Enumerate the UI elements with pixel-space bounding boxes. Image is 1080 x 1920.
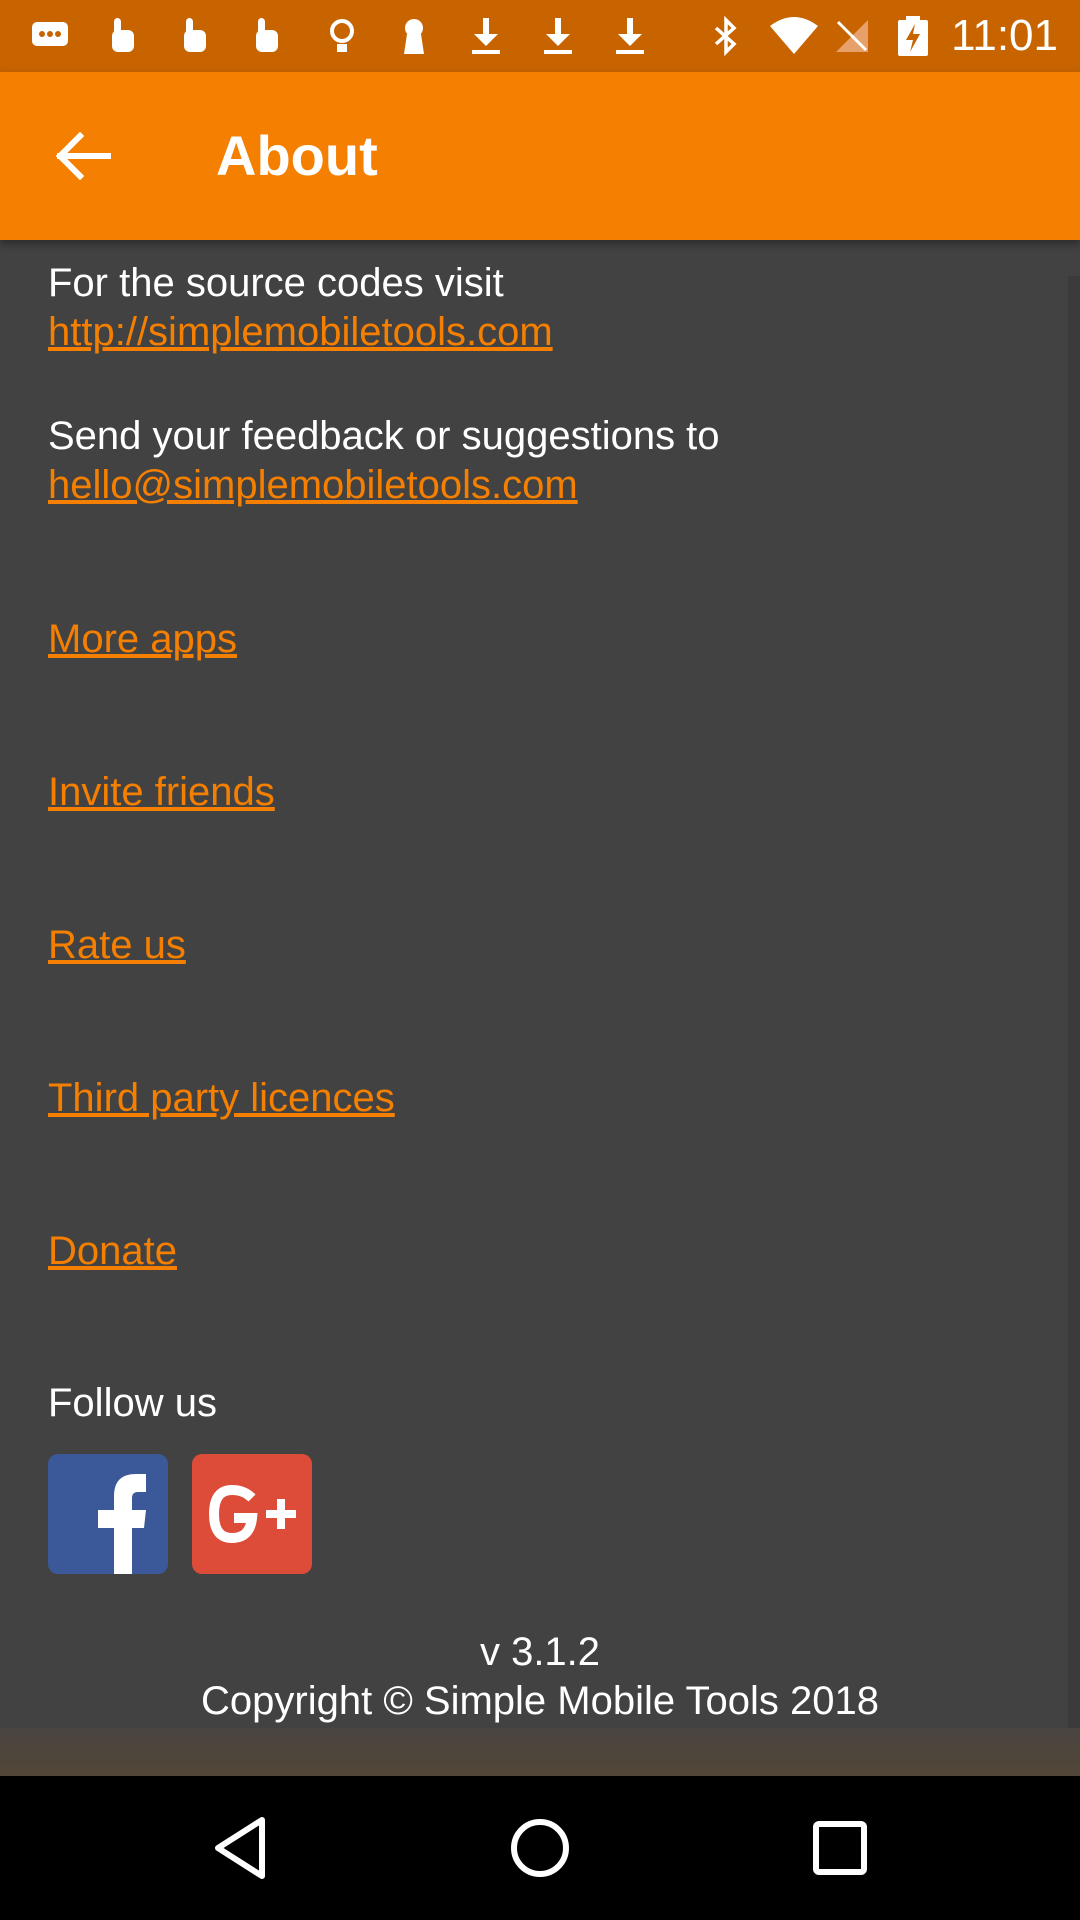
status-bar: 11:01 xyxy=(0,0,1080,72)
source-link[interactable]: http://simplemobiletools.com xyxy=(48,307,553,357)
page-title: About xyxy=(216,124,378,187)
facebook-icon[interactable] xyxy=(48,1454,168,1574)
battery-charging-icon xyxy=(898,16,928,56)
donate-link[interactable]: Donate xyxy=(48,1226,177,1276)
invite-friends-link[interactable]: Invite friends xyxy=(48,767,275,817)
message-icon xyxy=(32,22,68,46)
bluetooth-icon xyxy=(714,16,737,56)
app-bar: About xyxy=(0,72,1080,240)
lightbulb-icon xyxy=(330,19,354,52)
source-text: For the source codes visit xyxy=(48,261,504,305)
version-text: v 3.1.2 xyxy=(479,1630,601,1674)
nav-recents-icon[interactable] xyxy=(800,1808,880,1888)
navigation-bar xyxy=(0,1776,1080,1920)
third-party-licences-link[interactable]: Third party licences xyxy=(48,1073,395,1123)
download-icon xyxy=(544,18,572,54)
rate-us-link[interactable]: Rate us xyxy=(48,920,186,970)
scrollbar-track[interactable] xyxy=(1068,276,1080,1776)
status-time: 11:01 xyxy=(951,11,1058,60)
download-icon xyxy=(472,18,500,54)
arrow-back-icon[interactable] xyxy=(48,126,120,186)
download-icon xyxy=(616,18,644,54)
overscroll-glow xyxy=(0,1728,1080,1776)
feedback-email-link[interactable]: hello@simplemobiletools.com xyxy=(48,460,578,510)
follow-us-label: Follow us xyxy=(48,1381,217,1425)
no-signal-icon xyxy=(836,20,868,52)
touch-icon xyxy=(112,18,134,52)
touch-icon xyxy=(256,18,278,52)
keyhole-icon xyxy=(404,19,424,54)
nav-back-icon[interactable] xyxy=(200,1808,280,1888)
feedback-text: Send your feedback or suggestions to xyxy=(48,414,720,458)
touch-icon xyxy=(184,18,206,52)
google-plus-icon[interactable] xyxy=(192,1454,312,1574)
copyright-text: Copyright © Simple Mobile Tools 2018 xyxy=(201,1679,879,1723)
nav-home-icon[interactable] xyxy=(500,1808,580,1888)
more-apps-link[interactable]: More apps xyxy=(48,614,237,664)
wifi-icon xyxy=(770,17,818,54)
